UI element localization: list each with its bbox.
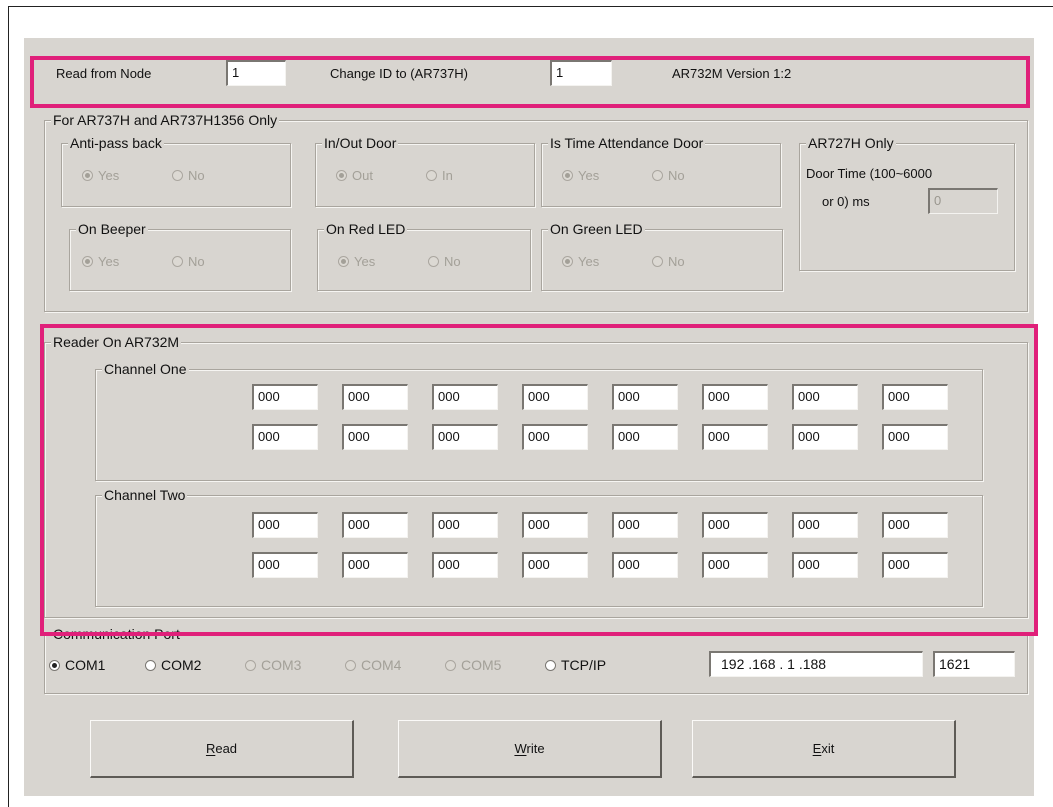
door-time-input[interactable]: 0 xyxy=(928,188,998,214)
write-button[interactable]: Write xyxy=(398,720,662,778)
radio-selected-icon xyxy=(562,256,573,267)
exit-button[interactable]: Exit xyxy=(692,720,956,778)
com5-radio[interactable]: COM5 xyxy=(445,657,501,673)
radio-selected-icon xyxy=(336,170,347,181)
door-time-label: Door Time (100~6000 xyxy=(806,166,933,181)
antipass-title: Anti-pass back xyxy=(68,135,164,151)
attendance-title: Is Time Attendance Door xyxy=(548,135,706,151)
redled-no-radio[interactable]: No xyxy=(428,254,461,269)
greenled-group: On Green LED Yes No xyxy=(541,221,783,291)
radio-icon xyxy=(426,170,437,181)
redled-group: On Red LED Yes No xyxy=(317,221,531,291)
door-time-unit-label: or 0) ms xyxy=(822,194,870,209)
greenled-title: On Green LED xyxy=(548,221,645,237)
attendance-no-radio[interactable]: No xyxy=(652,168,685,183)
com2-radio[interactable]: COM2 xyxy=(145,657,201,673)
radio-icon xyxy=(545,660,556,671)
radio-icon xyxy=(145,660,156,671)
radio-selected-icon xyxy=(82,170,93,181)
com1-radio[interactable]: COM1 xyxy=(49,657,105,673)
greenled-no-radio[interactable]: No xyxy=(652,254,685,269)
tcpip-radio[interactable]: TCP/IP xyxy=(545,657,606,673)
com3-radio[interactable]: COM3 xyxy=(245,657,301,673)
radio-icon xyxy=(445,660,456,671)
redled-title: On Red LED xyxy=(324,221,408,237)
radio-icon xyxy=(428,256,439,267)
greenled-yes-radio[interactable]: Yes xyxy=(562,254,599,269)
radio-icon xyxy=(245,660,256,671)
radio-icon xyxy=(172,256,183,267)
beeper-yes-radio[interactable]: Yes xyxy=(82,254,119,269)
ar737h-group: For AR737H and AR737H1356 Only Anti-pass… xyxy=(44,112,1028,312)
reader-section-highlight xyxy=(40,324,1038,636)
ar737h-group-title: For AR737H and AR737H1356 Only xyxy=(51,112,280,128)
top-row-highlight xyxy=(30,56,1030,108)
beeper-title: On Beeper xyxy=(76,221,148,237)
attendance-yes-radio[interactable]: Yes xyxy=(562,168,599,183)
ar727h-title: AR727H Only xyxy=(806,135,896,151)
ar727h-group: AR727H Only Door Time (100~6000 or 0) ms… xyxy=(799,135,1015,271)
ip-address-input[interactable]: 192 .168 . 1 .188 xyxy=(709,651,923,677)
read-button[interactable]: Read xyxy=(90,720,354,778)
redled-yes-radio[interactable]: Yes xyxy=(338,254,375,269)
comm-port-group: Communication Port COM1 COM2 COM3 COM4 C… xyxy=(44,626,1028,694)
beeper-group: On Beeper Yes No xyxy=(69,221,291,291)
radio-selected-icon xyxy=(338,256,349,267)
com4-radio[interactable]: COM4 xyxy=(345,657,401,673)
inout-out-radio[interactable]: Out xyxy=(336,168,373,183)
radio-icon xyxy=(652,256,663,267)
radio-icon xyxy=(345,660,356,671)
antipass-yes-radio[interactable]: Yes xyxy=(82,168,119,183)
antipass-no-radio[interactable]: No xyxy=(172,168,205,183)
attendance-group: Is Time Attendance Door Yes No xyxy=(541,135,781,207)
radio-icon xyxy=(652,170,663,181)
tcp-port-input[interactable]: 1621 xyxy=(933,651,1015,677)
beeper-no-radio[interactable]: No xyxy=(172,254,205,269)
inout-in-radio[interactable]: In xyxy=(426,168,453,183)
radio-selected-icon xyxy=(562,170,573,181)
inout-title: In/Out Door xyxy=(322,135,399,151)
antipass-group: Anti-pass back Yes No xyxy=(61,135,291,207)
radio-selected-icon xyxy=(82,256,93,267)
inout-group: In/Out Door Out In xyxy=(315,135,535,207)
radio-icon xyxy=(172,170,183,181)
radio-selected-icon xyxy=(49,660,60,671)
